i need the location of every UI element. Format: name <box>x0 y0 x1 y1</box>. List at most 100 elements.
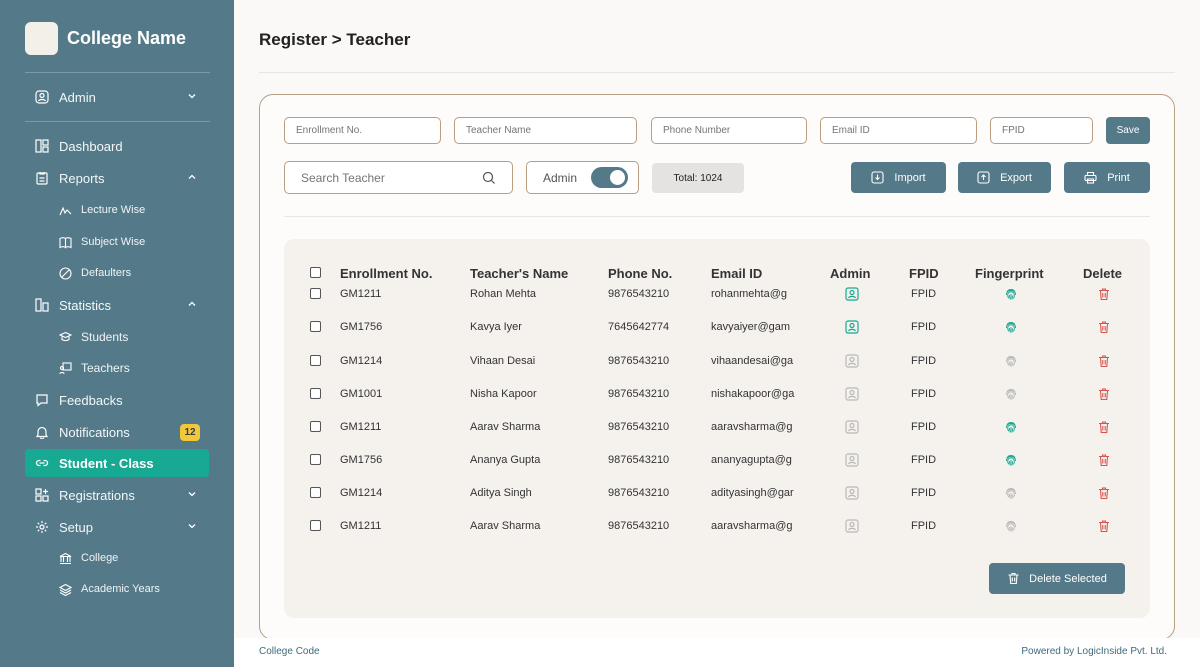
delete-row-icon[interactable] <box>1096 310 1112 343</box>
enrollment-field[interactable] <box>284 117 441 144</box>
college-name: College Name <box>67 28 187 48</box>
admin-filter: Admin <box>526 161 639 194</box>
admin-off-icon[interactable] <box>844 377 860 410</box>
fingerprint-missing-icon[interactable] <box>1003 377 1019 410</box>
sidebar-item-student-class[interactable]: Student - Class <box>25 449 209 477</box>
fingerprint-registered-icon[interactable] <box>1003 410 1019 443</box>
cell-email: kavyaiyer@gam <box>711 320 791 333</box>
phone-field[interactable] <box>651 117 807 144</box>
teacher-name-input[interactable] <box>466 125 636 136</box>
import-button[interactable]: Import <box>851 162 946 193</box>
row-checkbox[interactable] <box>310 321 321 332</box>
cell-name: Kavya Iyer <box>470 320 522 333</box>
admin-off-icon[interactable] <box>844 476 860 509</box>
sidebar-item-defaulters[interactable]: Defaulters <box>59 262 131 284</box>
admin-off-icon[interactable] <box>844 344 860 377</box>
sidebar-item-setup[interactable]: Setup <box>25 513 209 541</box>
sidebar-item-statistics[interactable]: Statistics <box>25 291 209 319</box>
sidebar-item-teachers[interactable]: Teachers <box>59 357 130 379</box>
fingerprint-missing-icon[interactable] <box>1003 344 1019 377</box>
fingerprint-registered-icon[interactable] <box>1003 443 1019 476</box>
enrollment-input[interactable] <box>296 125 440 136</box>
delete-row-icon[interactable] <box>1096 476 1112 509</box>
table-scroll-area[interactable]: Enrollment No. Teacher's Name Phone No. … <box>284 239 1150 541</box>
delete-row-icon[interactable] <box>1096 377 1112 410</box>
fpid-input[interactable] <box>1002 125 1092 136</box>
footer: College Code Powered by LogicInside Pvt.… <box>234 638 1200 667</box>
sidebar-divider <box>25 72 210 73</box>
export-button[interactable]: Export <box>958 162 1051 193</box>
delete-row-icon[interactable] <box>1096 277 1112 310</box>
export-label: Export <box>1000 171 1032 184</box>
fingerprint-registered-icon[interactable] <box>1003 310 1019 343</box>
statistics-icon <box>35 298 49 312</box>
search-icon[interactable] <box>482 171 496 185</box>
admin-off-icon[interactable] <box>844 509 860 541</box>
row-checkbox[interactable] <box>310 388 321 399</box>
email-field[interactable] <box>820 117 977 144</box>
sidebar-item-students[interactable]: Students <box>59 326 128 348</box>
sidebar-item-academic-years[interactable]: Academic Years <box>59 578 160 600</box>
cell-phone: 9876543210 <box>608 453 670 466</box>
gear-icon <box>35 520 49 534</box>
sidebar-item-feedbacks[interactable]: Feedbacks <box>25 386 209 414</box>
admin-off-icon[interactable] <box>844 410 860 443</box>
sidebar-item-label: Subject Wise <box>81 236 146 248</box>
delete-row-icon[interactable] <box>1096 344 1112 377</box>
teacher-icon <box>59 361 72 375</box>
row-checkbox[interactable] <box>310 421 321 432</box>
student-icon <box>59 331 72 344</box>
row-checkbox[interactable] <box>310 520 321 531</box>
sidebar-item-registrations[interactable]: Registrations <box>25 481 209 509</box>
cell-email: adityasingh@gar <box>711 486 794 499</box>
email-input[interactable] <box>832 125 976 136</box>
admin-off-icon[interactable] <box>844 443 860 476</box>
printer-icon <box>1084 171 1097 184</box>
chevron-down-icon <box>188 94 196 99</box>
cell-enrollment: GM1756 <box>340 320 383 333</box>
row-checkbox[interactable] <box>310 454 321 465</box>
sidebar-item-label: Statistics <box>59 297 112 313</box>
admin-on-icon[interactable] <box>844 310 860 343</box>
cell-name: Aditya Singh <box>470 486 532 499</box>
sidebar-item-reports[interactable]: Reports <box>25 164 209 192</box>
cell-fpid: FPID <box>911 486 937 499</box>
table-row: GM1214 Vihaan Desai 9876543210 vihaandesai@… <box>284 344 1150 377</box>
cell-enrollment: GM1211 <box>340 519 382 532</box>
fingerprint-registered-icon[interactable] <box>1003 277 1019 310</box>
cell-email: rohanmehta@g <box>711 287 787 300</box>
admin-on-icon[interactable] <box>844 277 860 310</box>
cell-fpid: FPID <box>911 420 937 433</box>
admin-menu[interactable]: Admin <box>25 83 209 111</box>
cell-fpid: FPID <box>911 354 937 367</box>
sidebar-item-dashboard[interactable]: Dashboard <box>25 132 209 160</box>
cell-fpid: FPID <box>911 320 937 333</box>
delete-row-icon[interactable] <box>1096 509 1112 541</box>
row-checkbox[interactable] <box>310 355 321 366</box>
teacher-name-field[interactable] <box>454 117 637 144</box>
delete-row-icon[interactable] <box>1096 410 1112 443</box>
sidebar-item-college[interactable]: College <box>59 547 118 569</box>
layers-icon <box>59 583 72 596</box>
delete-row-icon[interactable] <box>1096 443 1112 476</box>
fpid-field[interactable] <box>990 117 1093 144</box>
row-checkbox[interactable] <box>310 288 321 299</box>
sidebar-item-lecture-wise[interactable]: Lecture Wise <box>59 199 145 221</box>
save-button[interactable]: Save <box>1106 117 1150 144</box>
fingerprint-missing-icon[interactable] <box>1003 509 1019 541</box>
row-checkbox[interactable] <box>310 487 321 498</box>
search-box[interactable] <box>284 161 513 194</box>
phone-input[interactable] <box>663 125 806 136</box>
print-button[interactable]: Print <box>1064 162 1150 193</box>
sidebar-item-label: Academic Years <box>81 583 160 595</box>
sidebar-item-subject-wise[interactable]: Subject Wise <box>59 231 145 253</box>
fingerprint-missing-icon[interactable] <box>1003 476 1019 509</box>
admin-toggle-switch[interactable] <box>591 167 628 188</box>
search-input[interactable] <box>301 170 461 185</box>
sidebar-item-label: Defaulters <box>81 267 132 279</box>
sidebar-item-notifications[interactable]: Notifications 12 <box>25 418 209 446</box>
delete-selected-button[interactable]: Delete Selected <box>989 563 1125 594</box>
sidebar-item-label: Registrations <box>59 487 135 503</box>
cell-fpid: FPID <box>911 453 937 466</box>
sidebar-item-label: College <box>81 552 119 564</box>
